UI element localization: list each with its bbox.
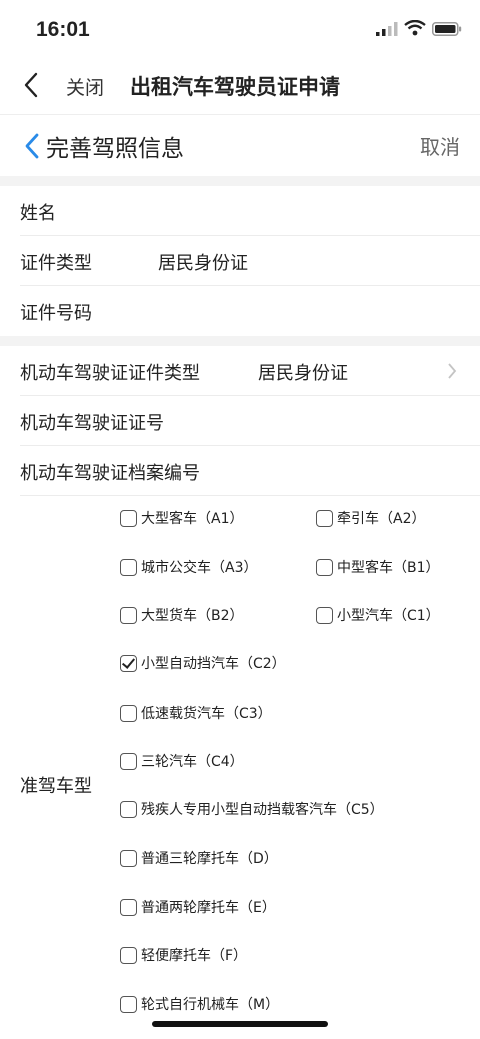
checkbox-icon[interactable] (120, 606, 137, 624)
home-indicator (152, 1021, 328, 1027)
chevron-left-icon[interactable] (22, 132, 42, 160)
name-label: 姓名 (20, 203, 56, 224)
name-field[interactable]: 姓名 (0, 186, 480, 236)
id-number-label: 证件号码 (20, 303, 92, 324)
checkbox-label: 低速载货汽车（C3） (141, 706, 272, 722)
checkbox-label: 城市公交车（A3） (141, 560, 258, 576)
dl-archive-field[interactable]: 机动车驾驶证档案编号 (0, 446, 480, 496)
cancel-button[interactable]: 取消 (420, 131, 460, 160)
checkbox-icon[interactable] (120, 946, 137, 964)
checkbox-c2[interactable]: 小型自动挡汽车（C2） (120, 651, 286, 675)
checkbox-m[interactable]: 轮式自行机械车（M） (120, 992, 279, 1016)
checkbox-d[interactable]: 普通三轮摩托车（D） (120, 846, 278, 870)
id-number-field[interactable]: 证件号码 (0, 286, 480, 336)
id-type-field[interactable]: 证件类型 居民身份证 (0, 236, 480, 286)
license-class-section: 准驾车型 大型客车（A1） 牵引车（A2） 城市公交车（A3） 中型客车（B1）… (0, 494, 480, 1039)
status-bar: 16:01 (0, 0, 480, 58)
id-type-label: 证件类型 (20, 253, 92, 274)
checkbox-icon[interactable] (120, 752, 137, 770)
section-divider (0, 176, 480, 186)
status-time: 16:01 (36, 18, 90, 41)
section-title: 完善驾照信息 (46, 136, 184, 162)
checkbox-icon[interactable] (120, 704, 137, 722)
license-class-label: 准驾车型 (20, 776, 92, 797)
nav-bar: 关闭 出租汽车驾驶员证申请 (0, 58, 480, 114)
checkbox-label: 轻便摩托车（F） (141, 948, 248, 964)
dl-number-field[interactable]: 机动车驾驶证证号 (0, 396, 480, 446)
signal-icon (376, 22, 398, 36)
checkbox-icon[interactable] (120, 509, 137, 527)
checkbox-icon[interactable] (316, 509, 333, 527)
dl-id-type-value: 居民身份证 (258, 363, 348, 384)
sub-header: 完善驾照信息 取消 (0, 114, 480, 177)
checkbox-label: 中型客车（B1） (337, 560, 440, 576)
wifi-icon (404, 20, 426, 36)
section-divider (0, 336, 480, 346)
id-type-value: 居民身份证 (158, 253, 248, 274)
checkbox-b2[interactable]: 大型货车（B2） (120, 603, 244, 627)
checkbox-icon[interactable] (316, 558, 333, 576)
checkbox-label: 大型货车（B2） (141, 608, 244, 624)
checkbox-label: 小型汽车（C1） (337, 608, 440, 624)
checkbox-label: 轮式自行机械车（M） (141, 997, 280, 1013)
close-button[interactable]: 关闭 (66, 73, 104, 100)
checkbox-checked-icon[interactable] (120, 654, 137, 672)
checkbox-icon[interactable] (120, 995, 137, 1013)
checkbox-a1[interactable]: 大型客车（A1） (120, 506, 243, 530)
checkbox-icon[interactable] (120, 849, 137, 867)
back-icon[interactable] (20, 70, 44, 100)
checkbox-b1[interactable]: 中型客车（B1） (316, 555, 440, 579)
dl-number-label: 机动车驾驶证证号 (20, 413, 164, 434)
checkbox-label: 牵引车（A2） (337, 511, 426, 527)
checkbox-icon[interactable] (120, 558, 137, 576)
checkbox-label: 小型自动挡汽车（C2） (141, 656, 286, 672)
dl-archive-label: 机动车驾驶证档案编号 (20, 463, 200, 484)
chevron-right-icon (448, 363, 457, 379)
checkbox-c3[interactable]: 低速载货汽车（C3） (120, 701, 272, 725)
checkbox-icon[interactable] (120, 800, 137, 818)
dl-id-type-field[interactable]: 机动车驾驶证证件类型 居民身份证 (0, 346, 480, 396)
checkbox-e[interactable]: 普通两轮摩托车（E） (120, 895, 276, 919)
checkbox-label: 大型客车（A1） (141, 511, 244, 527)
checkbox-label: 普通三轮摩托车（D） (141, 851, 278, 867)
checkbox-a2[interactable]: 牵引车（A2） (316, 506, 425, 530)
page-title: 出租汽车驾驶员证申请 (130, 75, 340, 99)
checkbox-c1[interactable]: 小型汽车（C1） (316, 603, 440, 627)
battery-icon (432, 22, 462, 36)
checkbox-f[interactable]: 轻便摩托车（F） (120, 943, 247, 967)
checkbox-c4[interactable]: 三轮汽车（C4） (120, 749, 244, 773)
checkbox-icon[interactable] (316, 606, 333, 624)
checkbox-label: 三轮汽车（C4） (141, 754, 244, 770)
checkbox-c5[interactable]: 残疾人专用小型自动挡载客汽车（C5） (120, 797, 384, 821)
checkbox-label: 普通两轮摩托车（E） (141, 900, 276, 916)
checkbox-icon[interactable] (120, 898, 137, 916)
dl-id-type-label: 机动车驾驶证证件类型 (20, 363, 200, 384)
checkbox-a3[interactable]: 城市公交车（A3） (120, 555, 257, 579)
checkbox-label: 残疾人专用小型自动挡载客汽车（C5） (141, 802, 384, 818)
